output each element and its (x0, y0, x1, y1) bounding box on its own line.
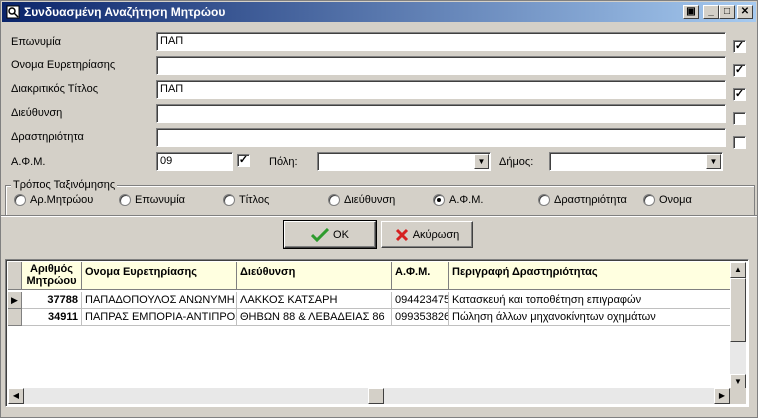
results-grid[interactable]: Αριθμός Μητρώου Ονομα Ευρετηρίασης Διεύθ… (5, 259, 749, 407)
label-eponymia: Επωνυμία (11, 36, 62, 48)
chevron-down-icon[interactable]: ▼ (474, 154, 489, 169)
sort-label-onoma[interactable]: Ονομα (659, 194, 692, 206)
current-row-arrow-icon: ▶ (11, 295, 18, 305)
table-cell-dieuthynsi[interactable]: ΘΗΒΩΝ 88 & ΛΕΒΑΔΕΙΑΣ 86 (237, 309, 392, 326)
sort-label-titlos[interactable]: Τίτλος (239, 194, 269, 206)
title-bar[interactable]: Συνδυασμένη Αναζήτηση Μητρώου ▣ _ □ ✕ (2, 2, 756, 22)
label-onoma-euretiriasis: Ονομα Ευρετηρίασης (11, 59, 116, 71)
table-cell-onoma[interactable]: ΠΑΠΡΑΣ ΕΜΠΟΡΙΑ-ΑΝΤΙΠΡΟΣΩ (82, 309, 237, 326)
window-title: Συνδυασμένη Αναζήτηση Μητρώου (24, 5, 226, 19)
chevron-down-icon[interactable]: ▼ (706, 154, 721, 169)
ok-button[interactable]: OK (283, 220, 377, 249)
sort-radio-drastiriotita[interactable] (538, 194, 550, 206)
row-indicator (8, 309, 22, 326)
label-drastiriotita: Δραστηριότητα (11, 131, 84, 143)
col-header-perigrafi[interactable]: Περιγραφή Δραστηριότητας (449, 262, 731, 290)
restore-icon: ▣ (686, 6, 696, 17)
maximize-icon: □ (723, 6, 731, 17)
dieuthynsi-input[interactable] (156, 104, 726, 123)
cancel-x-icon (395, 228, 408, 241)
onoma-euretiriasis-input[interactable] (156, 56, 726, 75)
sorting-group-title: Τρόπος Ταξινόμησης (11, 179, 118, 191)
minimize-button[interactable]: _ (703, 5, 719, 19)
cancel-label: Ακύρωση (412, 228, 460, 241)
diakritikos-titlos-checkbox[interactable]: ✓ (733, 88, 746, 101)
sort-label-afm[interactable]: Α.Φ.Μ. (449, 194, 483, 206)
app-icon (6, 5, 20, 19)
drastiriotita-checkbox[interactable] (733, 136, 746, 149)
horizontal-scrollbar[interactable]: ◀ ▶ (8, 388, 730, 404)
col-header-arithmos-line1: Αριθμός (30, 263, 73, 275)
drastiriotita-input[interactable] (156, 128, 726, 147)
ok-label: OK (333, 228, 349, 241)
dimos-select[interactable]: ▼ (549, 152, 723, 171)
table-cell-onoma[interactable]: ΠΑΠΑΔΟΠΟΥΛΟΣ ΑΝΩΝΥΜΗ ΒΙ (82, 292, 237, 309)
table-cell-perigrafi[interactable]: Πώληση άλλων μηχανοκίνητων οχημάτων (449, 309, 731, 326)
grid-indicator-header (8, 262, 22, 290)
poli-select[interactable]: ▼ (317, 152, 491, 171)
label-diakritikos-titlos: Διακριτικός Τίτλος (11, 83, 99, 95)
col-header-afm[interactable]: Α.Φ.Μ. (392, 262, 449, 290)
table-cell-arithmos[interactable]: 37788 (22, 292, 82, 309)
sort-radio-titlos[interactable] (223, 194, 235, 206)
table-cell-dieuthynsi[interactable]: ΛΑΚΚΟΣ ΚΑΤΣΑΡΗ (237, 292, 392, 309)
table-cell-perigrafi[interactable]: Κατασκευή και τοποθέτηση επιγραφών (449, 292, 731, 309)
divider (1, 215, 757, 217)
label-dimos: Δήμος: (499, 156, 534, 168)
sort-radio-afm[interactable] (433, 194, 445, 206)
sort-radio-dieuthynsi[interactable] (328, 194, 340, 206)
col-header-onoma[interactable]: Ονομα Ευρετηρίασης (82, 262, 237, 290)
label-afm: Α.Φ.Μ. (11, 156, 46, 168)
sort-radio-onoma[interactable] (643, 194, 655, 206)
label-dieuthynsi: Διεύθυνση (11, 107, 63, 119)
minimize-icon: _ (708, 6, 714, 17)
sort-label-drastiriotita[interactable]: Δραστηριότητα (554, 194, 627, 206)
sort-radio-ar-mitroou[interactable] (14, 194, 26, 206)
vertical-scroll-thumb[interactable] (730, 278, 746, 342)
eponymia-input[interactable]: ΠΑΠ (156, 32, 726, 51)
sort-label-ar-mitroou[interactable]: Αρ.Μητρώου (30, 194, 93, 206)
scroll-up-icon[interactable]: ▲ (730, 262, 746, 278)
maximize-button[interactable]: □ (719, 5, 735, 19)
col-header-dieuthynsi[interactable]: Διεύθυνση (237, 262, 392, 290)
diakritikos-titlos-input[interactable]: ΠΑΠ (156, 80, 726, 99)
sort-radio-eponymia[interactable] (119, 194, 131, 206)
close-icon: ✕ (740, 6, 750, 17)
close-button[interactable]: ✕ (737, 5, 753, 19)
afm-checkbox[interactable]: ✓ (237, 154, 250, 167)
col-header-arithmos-line2: Μητρώου (26, 275, 77, 287)
table-cell-afm[interactable]: 094423475 (392, 292, 449, 309)
row-indicator-current: ▶ (8, 292, 22, 309)
sort-label-dieuthynsi[interactable]: Διεύθυνση (344, 194, 395, 206)
dieuthynsi-checkbox[interactable] (733, 112, 746, 125)
dialog-window: Συνδυασμένη Αναζήτηση Μητρώου ▣ _ □ ✕ Επ… (0, 0, 758, 418)
table-cell-afm[interactable]: 099353826 (392, 309, 449, 326)
scroll-left-icon[interactable]: ◀ (8, 388, 24, 404)
table-cell-arithmos[interactable]: 34911 (22, 309, 82, 326)
label-poli: Πόλη: (269, 156, 298, 168)
onoma-euretiriasis-checkbox[interactable]: ✓ (733, 64, 746, 77)
restore-button[interactable]: ▣ (683, 5, 699, 19)
afm-input[interactable]: 09 (156, 152, 233, 171)
checkmark-icon (311, 227, 330, 242)
horizontal-scroll-thumb[interactable] (368, 388, 384, 404)
scroll-right-icon[interactable]: ▶ (714, 388, 730, 404)
eponymia-checkbox[interactable]: ✓ (733, 40, 746, 53)
col-header-arithmos[interactable]: Αριθμός Μητρώου (22, 262, 82, 290)
sort-label-eponymia[interactable]: Επωνυμία (135, 194, 185, 206)
vertical-scrollbar[interactable]: ▲ ▼ (730, 262, 746, 390)
scrollbar-corner (730, 388, 746, 404)
cancel-button[interactable]: Ακύρωση (381, 221, 473, 248)
